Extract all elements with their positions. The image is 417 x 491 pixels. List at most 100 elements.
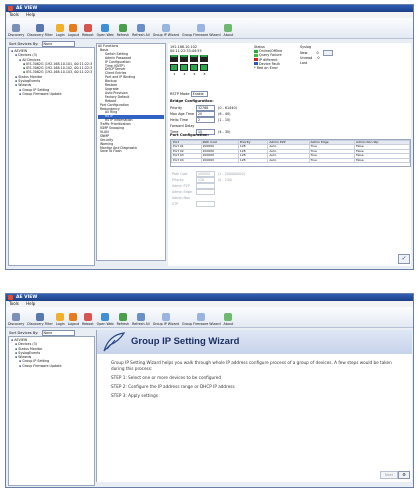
port-form-label: Admin Non STP: [172, 196, 191, 206]
menu-help[interactable]: Help: [26, 12, 35, 17]
function-item[interactable]: Save To Flash: [98, 150, 164, 154]
port-7[interactable]: [200, 55, 209, 63]
toolbar-button-3[interactable]: Logout: [68, 313, 79, 327]
port-2[interactable]: 2: [170, 64, 179, 76]
toolbar-button-6[interactable]: Refresh: [117, 313, 129, 327]
table-row[interactable]: Port 04 200000 128 Auto True False: [171, 157, 410, 164]
toolbar-button-4[interactable]: Reboot: [82, 24, 94, 38]
toolbar-label: Refresh All: [132, 322, 150, 326]
toolbar-icon-4: [83, 24, 92, 32]
legend-swatch-icon: [254, 62, 258, 66]
rstp-panel: 192.168.10.102 00:11:22:33:44:55 2 4 6 8 St…: [168, 43, 411, 266]
toolbar-label: About: [223, 33, 234, 37]
port-5[interactable]: [190, 55, 199, 63]
toolbar-button-8[interactable]: Group IP Wizard: [153, 24, 179, 38]
toolbar-button-6[interactable]: Refresh: [117, 24, 129, 38]
table-cell: 200000: [200, 157, 239, 164]
bridge-range: (4 - 30): [218, 130, 231, 134]
toolbar-button-3[interactable]: Logout: [68, 24, 79, 38]
toolbar-icon-6: [118, 24, 127, 32]
toolbar-label: Login: [55, 33, 65, 37]
toolbar-button-0[interactable]: Discovery: [8, 24, 24, 38]
toolbar-label: Logout: [67, 322, 80, 326]
menu-tools[interactable]: Tools: [9, 12, 19, 17]
toolbar-button-10[interactable]: About: [223, 24, 234, 38]
wizard-icon: [103, 332, 126, 352]
toolbar-label: Group Firmware Wizard: [182, 322, 221, 326]
toolbar-button-10[interactable]: About: [224, 313, 233, 327]
toolbar-label: Refresh: [116, 322, 130, 326]
wizard-step1: STEP 1: Select one or more devices to be…: [111, 375, 221, 380]
port-6[interactable]: 6: [190, 64, 199, 76]
wizard-finish-button[interactable]: ⚙: [398, 471, 410, 479]
rstp-mode-select[interactable]: Enable: [190, 91, 208, 97]
tree-item[interactable]: ▪ Group Firmware Update: [11, 92, 92, 96]
port-8[interactable]: 8: [200, 64, 209, 76]
port-4[interactable]: 4: [180, 64, 189, 76]
port-form-input[interactable]: [196, 201, 215, 207]
port-3[interactable]: [180, 55, 189, 63]
toolbar-label: Group IP Wizard: [152, 33, 180, 37]
port-led-icon: [170, 64, 178, 71]
table-cell: Auto: [267, 157, 310, 164]
toolbar-icon-9: [197, 313, 206, 321]
toolbar-icon-10: [224, 313, 233, 321]
toolbar-button-7[interactable]: Refresh All: [132, 313, 150, 327]
gear-icon: ⚙: [402, 472, 406, 477]
rstp-mode-label: RSTP Mode: [170, 92, 190, 96]
toolbar-label: Discovery Filter: [27, 33, 53, 37]
toolbar-button-2[interactable]: Login: [56, 24, 65, 38]
port-led-icon: [190, 64, 198, 71]
port-form-row: Admin Non STP: [172, 195, 245, 207]
toolbar-icon-7: [136, 313, 145, 321]
toolbar-icon-4: [83, 313, 92, 321]
toolbar-label: Discovery: [8, 322, 25, 326]
port-led-icon: [170, 55, 178, 62]
wizard-next-button[interactable]: Next: [380, 471, 398, 479]
port-table: Port Path Cost Priority Admin P2P Admin Edge…: [171, 140, 410, 164]
wizard-header: Group IP Setting Wizard: [97, 330, 412, 354]
table-cell: False: [354, 157, 410, 164]
toolbar-button-2[interactable]: Login: [56, 313, 65, 327]
toolbar-icon-6: [118, 313, 127, 321]
apply-button[interactable]: ✓: [398, 254, 410, 264]
toolbar-button-1[interactable]: Discovery Filter: [27, 24, 53, 38]
syslog-new-value: 0: [316, 51, 319, 55]
port-config-title: Port Configuration:: [170, 133, 209, 137]
port-1[interactable]: [170, 55, 179, 63]
toolbar-button-7[interactable]: Refresh All: [132, 24, 150, 38]
app-icon: [8, 6, 13, 11]
toolbar-icon-2: [56, 313, 65, 321]
wizard-panel: Group IP Setting Wizard Group IP Setting…: [96, 330, 412, 482]
toolbar-button-0[interactable]: Discovery: [8, 313, 24, 327]
bridge-config-form: Priority 32768 (0 - 61440) Max Age Time 20 (6…: [170, 105, 237, 135]
syslog-unread-label: Unread: [300, 56, 313, 60]
toolbar-button-5[interactable]: Open Web: [97, 24, 114, 38]
tree-item[interactable]: ▪ Group Firmware Update: [11, 364, 92, 368]
toolbar-icon-8: [161, 24, 170, 32]
toolbar-label: Reboot: [82, 322, 94, 326]
toolbar-icon-1: [36, 24, 45, 32]
toolbar-button-5[interactable]: Open Web: [97, 313, 114, 327]
toolbar-label: Logout: [67, 33, 80, 37]
syslog-clear-button[interactable]: [322, 50, 333, 56]
toolbar-button-4[interactable]: Reboot: [82, 313, 94, 327]
sort-label-2: Sort Devices By:: [9, 331, 39, 335]
toolbar-button-9[interactable]: Group Firmware Wizard: [182, 24, 221, 38]
check-icon: ✓: [401, 255, 407, 262]
toolbar-button-1[interactable]: Discovery Filter: [27, 313, 53, 327]
toolbar-button-8[interactable]: Group IP Wizard: [153, 313, 179, 327]
port-table-wrap: Port Path Cost Priority Admin P2P Admin Edge…: [170, 139, 411, 167]
toolbar-icon-10: [224, 24, 233, 32]
menu-tools-2[interactable]: Tools: [9, 301, 19, 306]
toolbar-icon-5: [101, 24, 110, 32]
toolbar-button-9[interactable]: Group Firmware Wizard: [182, 313, 221, 327]
toolbar-label: Reboot: [82, 33, 94, 37]
function-list: All Functions Basic Switch Setting Admin Pa…: [96, 43, 166, 261]
title-bar: AE VIEW: [6, 5, 413, 12]
port-panel: 2 4 6 8: [170, 55, 210, 76]
menu-help-2[interactable]: Help: [26, 301, 35, 306]
port-led-icon: [180, 55, 188, 62]
toolbar-icon-7: [136, 24, 145, 32]
sort-label: Sort Devices By:: [9, 42, 39, 46]
